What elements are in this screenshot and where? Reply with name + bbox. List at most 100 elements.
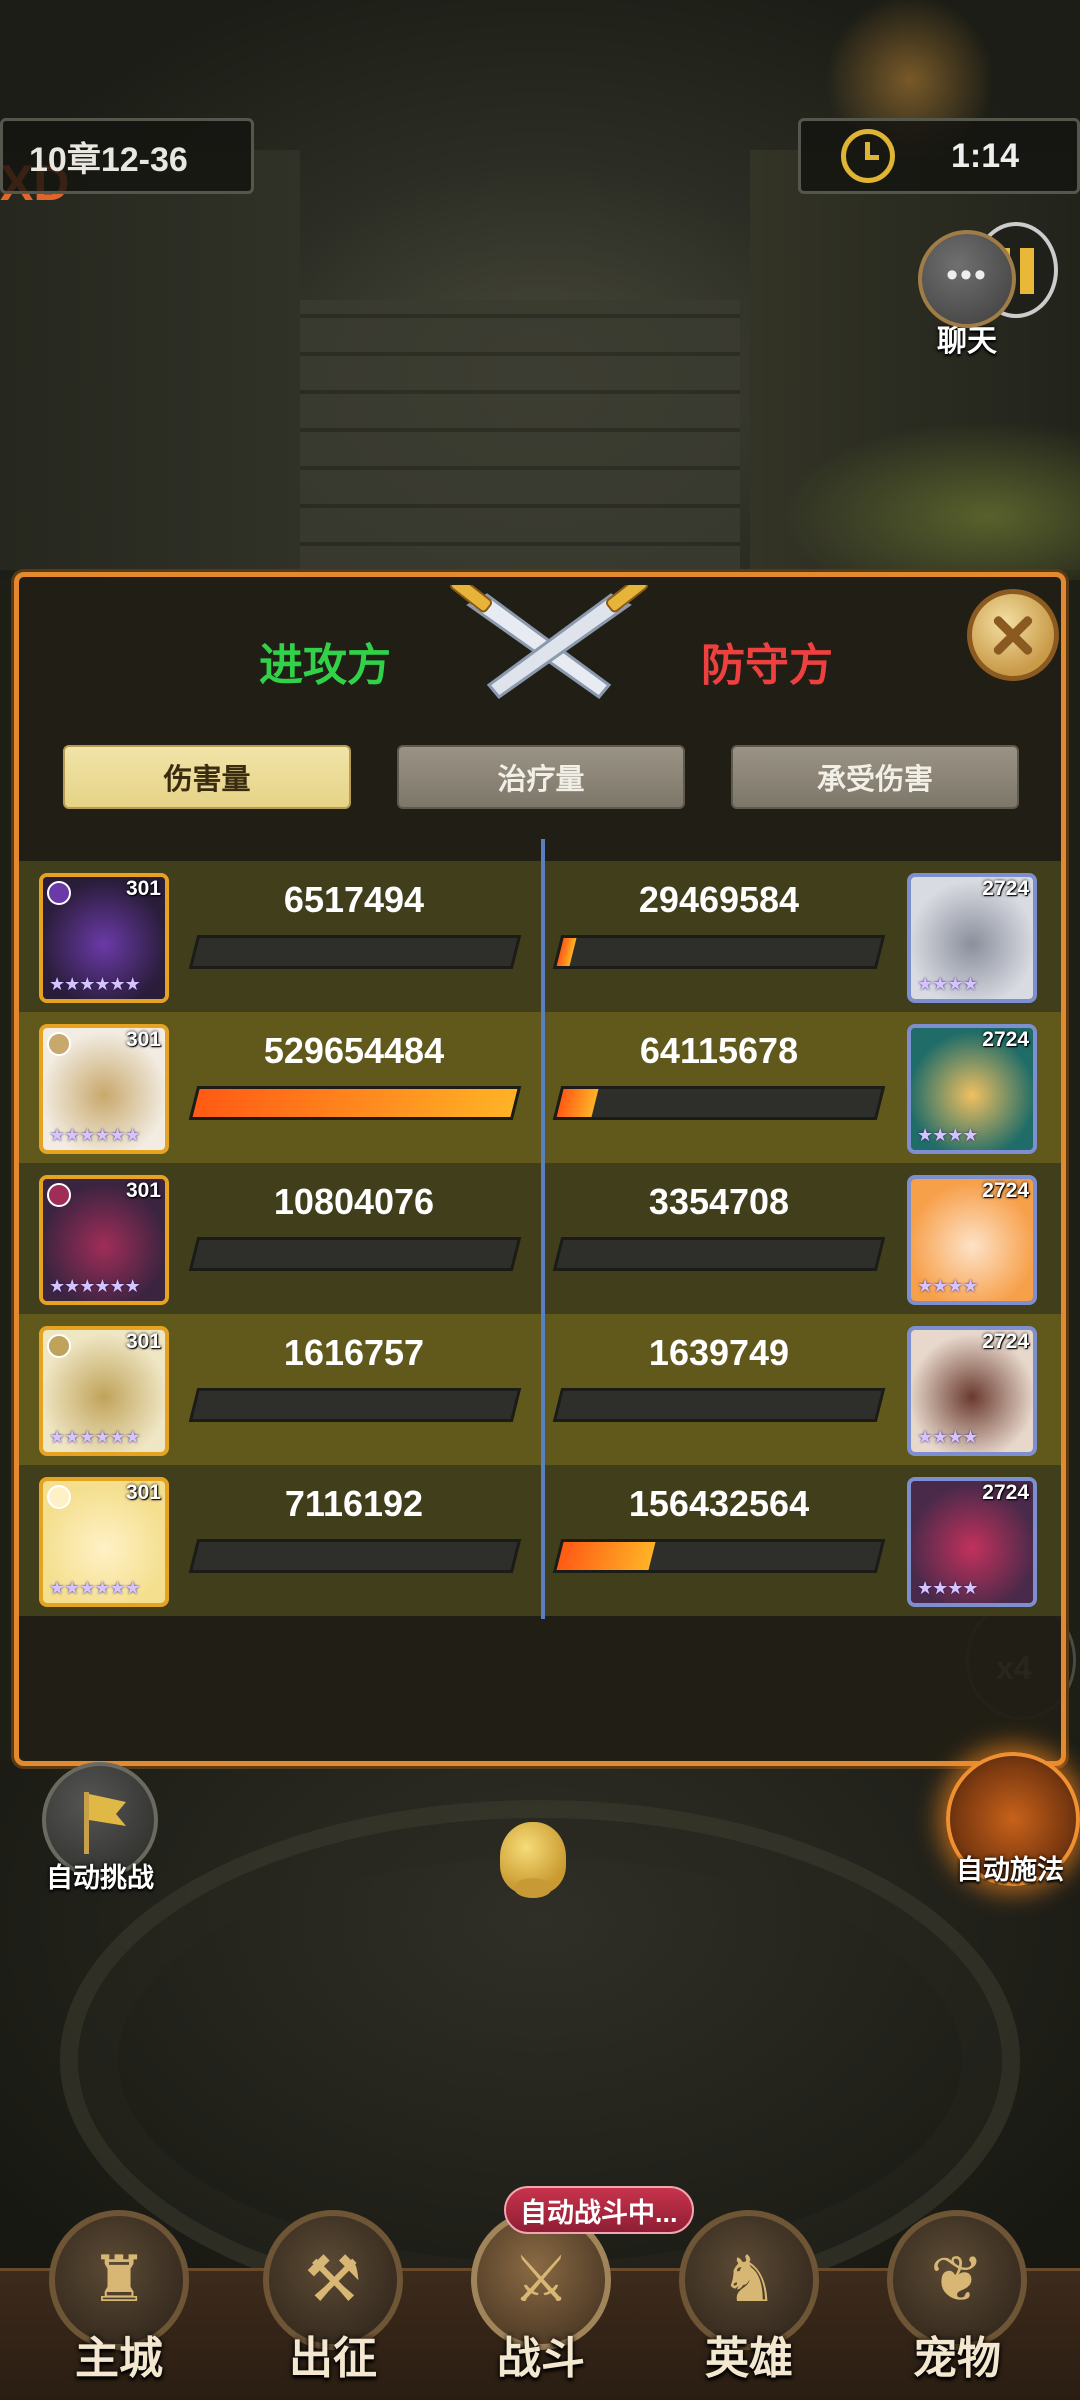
stats-row: 301 ★★★★★★ 529654484 64115678 2724 ★★★★ bbox=[19, 1012, 1061, 1163]
clock-icon bbox=[841, 129, 895, 183]
golden-bird-sprite bbox=[500, 1822, 566, 1898]
stats-row: 301 ★★★★★★ 1616757 1639749 2724 ★★★★ bbox=[19, 1314, 1061, 1465]
star-rating-icon: ★★★★ bbox=[917, 1276, 979, 1296]
auto-battle-badge: 自动战斗中... bbox=[504, 2186, 694, 2234]
tab-damage-taken-label: 承受伤害 bbox=[816, 764, 933, 796]
attacker-bar bbox=[188, 1086, 522, 1120]
hero-level: 2724 bbox=[982, 1481, 1029, 1504]
faction-icon bbox=[47, 1183, 71, 1207]
chat-bubble-icon bbox=[918, 230, 1016, 328]
faction-icon bbox=[47, 1334, 71, 1358]
defender-portrait[interactable]: 2724 ★★★★ bbox=[907, 1175, 1037, 1305]
stone-wall-left bbox=[0, 150, 300, 570]
attacker-title: 进攻方 bbox=[259, 641, 391, 690]
attacker-value: 1616757 bbox=[283, 1332, 425, 1373]
defender-bar bbox=[552, 1086, 886, 1120]
attacker-value: 529654484 bbox=[263, 1030, 445, 1071]
hero-level: 2724 bbox=[982, 877, 1029, 900]
bar-fill bbox=[556, 1542, 656, 1570]
defender-portrait[interactable]: 2724 ★★★★ bbox=[907, 1477, 1037, 1607]
stage-label: 10章12-36 bbox=[29, 140, 188, 179]
tab-damage-taken[interactable]: 承受伤害 bbox=[731, 745, 1019, 809]
star-rating-icon: ★★★★★★ bbox=[49, 974, 141, 994]
defender-value: 156432564 bbox=[628, 1483, 810, 1524]
tab-damage[interactable]: 伤害量 bbox=[63, 745, 351, 809]
hero-level: 2724 bbox=[982, 1028, 1029, 1051]
defender-bar bbox=[552, 935, 886, 969]
tab-healing-label: 治疗量 bbox=[497, 764, 585, 796]
nav-item-pets[interactable]: ❦ 宠物 bbox=[872, 2210, 1042, 2386]
star-rating-icon: ★★★★ bbox=[917, 1427, 979, 1447]
stats-row: 301 ★★★★★★ 6517494 29469584 2724 ★★★★ bbox=[19, 861, 1061, 1012]
hero-level: 301 bbox=[125, 1330, 161, 1353]
star-rating-icon: ★★★★ bbox=[917, 1578, 979, 1598]
stats-rows: 301 ★★★★★★ 6517494 29469584 2724 ★★★★ 301 ★★★★★… bbox=[19, 861, 1061, 1616]
bar-fill bbox=[192, 938, 200, 966]
faction-icon bbox=[47, 1485, 71, 1509]
nav-item-main-city[interactable]: ♜ 主城 bbox=[34, 2210, 204, 2386]
star-rating-icon: ★★★★ bbox=[917, 974, 979, 994]
hero-level: 301 bbox=[125, 1481, 161, 1504]
bar-fill bbox=[192, 1240, 200, 1268]
attacker-value: 7116192 bbox=[284, 1483, 424, 1524]
defender-portrait[interactable]: 2724 ★★★★ bbox=[907, 1326, 1037, 1456]
hero-level: 301 bbox=[125, 877, 161, 900]
star-rating-icon: ★★★★★★ bbox=[49, 1427, 141, 1447]
nav-item-battle[interactable]: ⚔ 战斗 bbox=[456, 2210, 626, 2386]
nav-label: 英雄 bbox=[705, 2334, 793, 2383]
side-divider bbox=[541, 839, 545, 1619]
auto-cast-label: 自动施法 bbox=[956, 1855, 1064, 1885]
bar-fill bbox=[556, 1089, 599, 1117]
attacker-portrait[interactable]: 301 ★★★★★★ bbox=[39, 1024, 169, 1154]
crossed-swords-icon bbox=[449, 585, 649, 700]
bar-fill bbox=[556, 1391, 564, 1419]
defender-portrait[interactable]: 2724 ★★★★ bbox=[907, 1024, 1037, 1154]
attacker-portrait[interactable]: 301 ★★★★★★ bbox=[39, 1326, 169, 1456]
attacker-portrait[interactable]: 301 ★★★★★★ bbox=[39, 873, 169, 1003]
attacker-bar bbox=[188, 1539, 522, 1573]
bar-fill bbox=[192, 1542, 200, 1570]
tab-healing[interactable]: 治疗量 bbox=[397, 745, 685, 809]
battle-timer: 1:14 bbox=[798, 118, 1080, 194]
defender-bar bbox=[552, 1388, 886, 1422]
attacker-value: 10804076 bbox=[273, 1181, 435, 1222]
nav-item-heroes[interactable]: ♞ 英雄 bbox=[664, 2210, 834, 2386]
attacker-bar bbox=[188, 935, 522, 969]
chat-button[interactable]: 聊天 bbox=[912, 230, 1022, 360]
defender-value: 1639749 bbox=[648, 1332, 790, 1373]
star-rating-icon: ★★★★★★ bbox=[49, 1578, 141, 1598]
moss-patch bbox=[780, 420, 1080, 580]
stage-indicator: 10章12-36 bbox=[0, 118, 254, 194]
auto-challenge-label: 自动挑战 bbox=[46, 1863, 154, 1893]
bar-fill bbox=[192, 1391, 200, 1419]
hero-level: 301 bbox=[125, 1028, 161, 1051]
defender-bar bbox=[552, 1539, 886, 1573]
attacker-portrait[interactable]: 301 ★★★★★★ bbox=[39, 1477, 169, 1607]
star-rating-icon: ★★★★★★ bbox=[49, 1276, 141, 1296]
bottom-nav: ♜ 主城 ⚒ 出征 ⚔ 战斗 ♞ 英雄 ❦ 宠物 bbox=[0, 2210, 1080, 2400]
flag-icon bbox=[84, 1792, 126, 1854]
hero-level: 2724 bbox=[982, 1179, 1029, 1202]
attacker-bar bbox=[188, 1237, 522, 1271]
star-rating-icon: ★★★★ bbox=[917, 1125, 979, 1145]
defender-value: 64115678 bbox=[639, 1030, 799, 1071]
stone-bridge bbox=[300, 300, 740, 580]
defender-bar bbox=[552, 1237, 886, 1271]
battle-stats-panel: 进攻方 防守方 伤害量 治疗量 承受伤害 301 ★★★★★★ 6517494 294… bbox=[14, 572, 1066, 1766]
hero-level: 301 bbox=[125, 1179, 161, 1202]
nav-label: 出征 bbox=[289, 2334, 377, 2383]
defender-portrait[interactable]: 2724 ★★★★ bbox=[907, 873, 1037, 1003]
nav-label: 主城 bbox=[75, 2334, 163, 2383]
defender-title: 防守方 bbox=[701, 641, 833, 690]
attacker-portrait[interactable]: 301 ★★★★★★ bbox=[39, 1175, 169, 1305]
faction-icon bbox=[47, 881, 71, 905]
star-rating-icon: ★★★★★★ bbox=[49, 1125, 141, 1145]
close-icon[interactable] bbox=[967, 589, 1059, 681]
bar-fill bbox=[192, 1089, 518, 1117]
stats-row: 301 ★★★★★★ 7116192 156432564 2724 ★★★★ bbox=[19, 1465, 1061, 1616]
bar-fill bbox=[556, 938, 577, 966]
tab-damage-label: 伤害量 bbox=[163, 764, 251, 796]
nav-item-expedition[interactable]: ⚒ 出征 bbox=[248, 2210, 418, 2386]
nav-label: 战斗 bbox=[497, 2334, 585, 2383]
faction-icon bbox=[47, 1032, 71, 1056]
